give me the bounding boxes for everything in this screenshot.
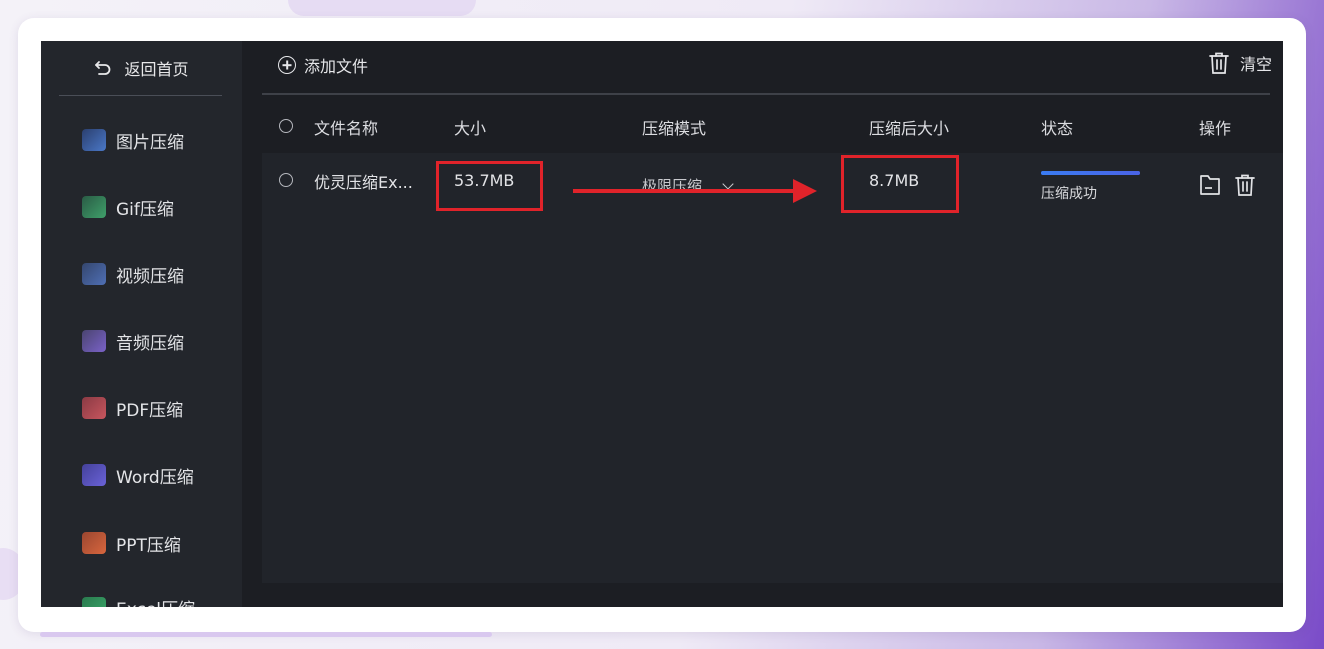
header-mode: 压缩模式 xyxy=(642,119,707,138)
sidebar-item-label: Word压缩 xyxy=(116,467,194,488)
red-arrow-annotation xyxy=(573,179,817,203)
clear-button[interactable]: 清空 xyxy=(1208,51,1272,75)
header-size: 大小 xyxy=(454,119,487,138)
video-compress-icon xyxy=(82,263,106,285)
trash-icon xyxy=(1209,52,1229,74)
file-name: 优灵压缩Ex... xyxy=(314,173,413,192)
sidebar: 返回首页 图片压缩 Gif压缩 视频压缩 音频压缩 PDF压缩 Word压缩 P… xyxy=(41,41,242,607)
row-select-radio[interactable] xyxy=(279,173,293,187)
header-compressed-size: 压缩后大小 xyxy=(869,119,950,138)
header-status: 状态 xyxy=(1041,119,1074,138)
decorative-blob-top xyxy=(288,0,476,16)
sidebar-item-image[interactable]: 图片压缩 xyxy=(82,126,184,154)
word-compress-icon xyxy=(82,464,106,486)
main-area: 添加文件 清空 文件名称 大小 压缩模式 压缩后大小 状态 操作 优灵压缩Ex.… xyxy=(262,41,1283,607)
sidebar-item-word[interactable]: Word压缩 xyxy=(82,461,194,489)
sidebar-item-audio[interactable]: 音频压缩 xyxy=(82,327,184,355)
progress-fill xyxy=(1041,171,1140,175)
folder-icon[interactable] xyxy=(1198,173,1222,197)
file-size: 53.7MB xyxy=(454,171,515,190)
sidebar-item-excel[interactable]: Excel压缩 xyxy=(82,595,195,607)
table-row: 优灵压缩Ex... 53.7MB 极限压缩 8.7MB 压缩成功 xyxy=(262,153,1283,223)
toolbar: 添加文件 清空 xyxy=(262,41,1283,93)
home-button-label: 返回首页 xyxy=(124,60,189,79)
delete-icon[interactable] xyxy=(1233,173,1257,197)
sidebar-item-gif[interactable]: Gif压缩 xyxy=(82,193,174,221)
sidebar-item-label: PDF压缩 xyxy=(116,400,184,421)
sidebar-item-label: 音频压缩 xyxy=(116,333,184,354)
ppt-compress-icon xyxy=(82,532,106,554)
sidebar-item-label: Excel压缩 xyxy=(116,595,195,607)
sidebar-item-label: PPT压缩 xyxy=(116,535,181,556)
progress-bar xyxy=(1041,171,1140,175)
status-text: 压缩成功 xyxy=(1041,186,1097,202)
pdf-compress-icon xyxy=(82,397,106,419)
bottom-strip xyxy=(262,583,1283,607)
add-file-label: 添加文件 xyxy=(304,57,369,76)
excel-compress-icon xyxy=(82,596,106,607)
app-window: 返回首页 图片压缩 Gif压缩 视频压缩 音频压缩 PDF压缩 Word压缩 P… xyxy=(41,41,1283,607)
sidebar-item-ppt[interactable]: PPT压缩 xyxy=(82,529,181,557)
undo-arrow-icon xyxy=(95,61,111,75)
add-file-button[interactable]: 添加文件 xyxy=(278,53,368,77)
clear-label: 清空 xyxy=(1239,55,1272,74)
sidebar-divider xyxy=(59,95,222,96)
image-compress-icon xyxy=(82,129,106,151)
add-circle-icon xyxy=(278,56,296,74)
compressed-size: 8.7MB xyxy=(869,171,920,190)
header-actions: 操作 xyxy=(1199,119,1232,138)
select-all-radio[interactable] xyxy=(279,119,293,133)
decorative-bottom-bar xyxy=(40,632,492,637)
sidebar-item-pdf[interactable]: PDF压缩 xyxy=(82,394,183,422)
audio-compress-icon xyxy=(82,330,106,352)
header-name: 文件名称 xyxy=(314,119,379,138)
sidebar-item-label: Gif压缩 xyxy=(116,199,174,220)
gif-compress-icon xyxy=(82,196,106,218)
table-header: 文件名称 大小 压缩模式 压缩后大小 状态 操作 xyxy=(262,95,1283,153)
home-button[interactable]: 返回首页 xyxy=(41,41,242,95)
sidebar-item-video[interactable]: 视频压缩 xyxy=(82,260,184,288)
sidebar-item-label: 图片压缩 xyxy=(116,132,184,153)
file-table: 文件名称 大小 压缩模式 压缩后大小 状态 操作 优灵压缩Ex... 53.7M… xyxy=(262,95,1283,583)
sidebar-item-label: 视频压缩 xyxy=(116,266,184,287)
